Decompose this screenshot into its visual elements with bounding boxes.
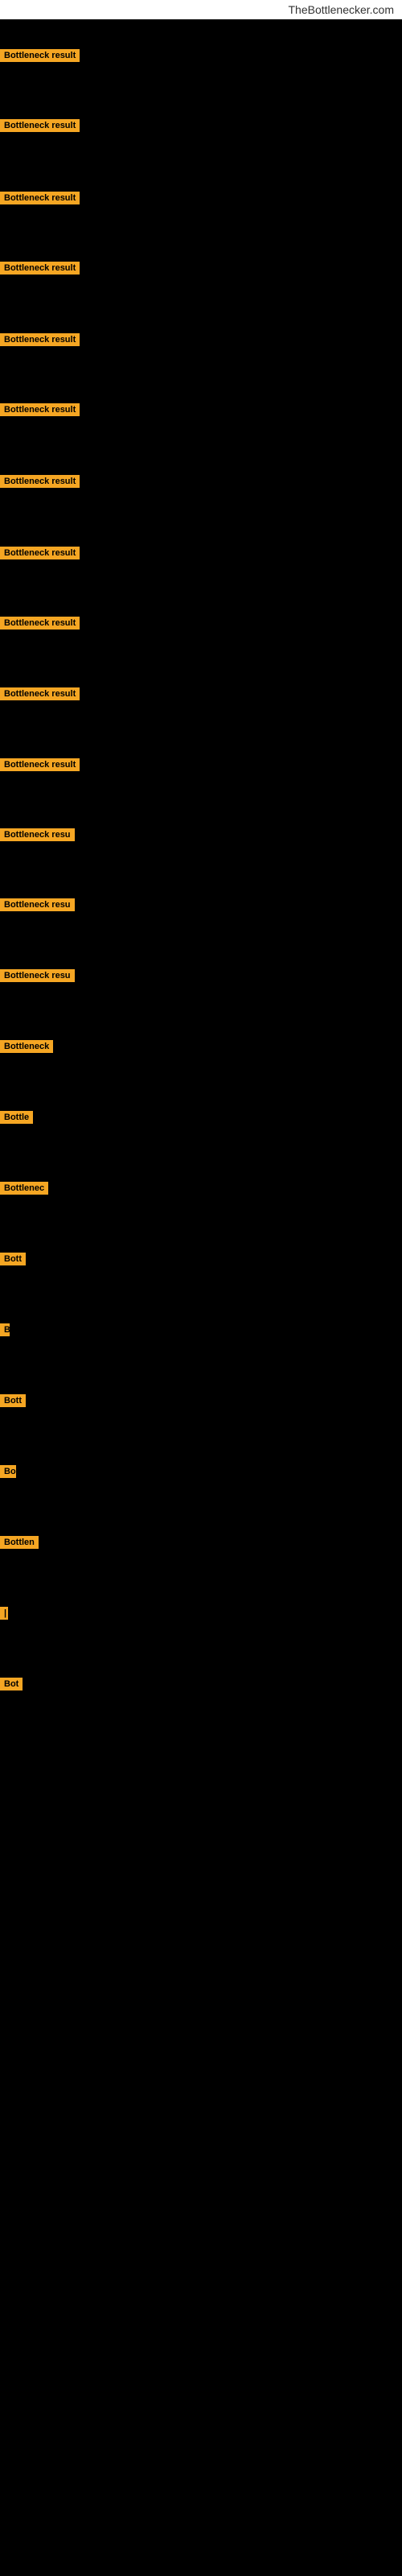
result-row-22: Bottlen [0,1536,39,1553]
bottleneck-badge-1: Bottleneck result [0,49,80,62]
bottleneck-badge-11: Bottleneck result [0,758,80,771]
result-row-23: | [0,1607,8,1624]
result-row-7: Bottleneck result [0,475,80,492]
result-row-12: Bottleneck resu [0,828,75,845]
bottleneck-badge-2: Bottleneck result [0,119,80,132]
bottleneck-badge-22: Bottlen [0,1536,39,1549]
result-row-19: B [0,1323,10,1340]
bottleneck-badge-21: Bo [0,1465,16,1478]
site-title: TheBottlenecker.com [288,3,394,16]
bottleneck-badge-13: Bottleneck resu [0,898,75,911]
bottleneck-badge-18: Bott [0,1253,26,1265]
result-row-13: Bottleneck resu [0,898,75,915]
bottleneck-badge-23: | [0,1607,8,1620]
bottleneck-badge-14: Bottleneck resu [0,969,75,982]
bottleneck-badge-7: Bottleneck result [0,475,80,488]
result-row-10: Bottleneck result [0,687,80,704]
result-row-21: Bo [0,1465,16,1482]
bottleneck-badge-17: Bottlenec [0,1182,48,1195]
site-header: TheBottlenecker.com [0,0,402,19]
bottleneck-badge-16: Bottle [0,1111,33,1124]
bottleneck-badge-3: Bottleneck result [0,192,80,204]
result-row-11: Bottleneck result [0,758,80,775]
bottleneck-badge-9: Bottleneck result [0,617,80,630]
result-row-1: Bottleneck result [0,49,80,66]
bottleneck-badge-4: Bottleneck result [0,262,80,275]
result-row-2: Bottleneck result [0,119,80,136]
bottleneck-badge-12: Bottleneck resu [0,828,75,841]
bottleneck-badge-19: B [0,1323,10,1336]
bottleneck-badge-24: Bot [0,1678,23,1690]
result-row-17: Bottlenec [0,1182,48,1199]
bottleneck-badge-15: Bottleneck [0,1040,53,1053]
result-row-20: Bott [0,1394,26,1411]
result-row-15: Bottleneck [0,1040,53,1057]
results-container: Bottleneck result Bottleneck result Bottle… [0,19,402,2555]
result-row-5: Bottleneck result [0,333,80,350]
result-row-16: Bottle [0,1111,33,1128]
result-row-3: Bottleneck result [0,192,80,208]
result-row-4: Bottleneck result [0,262,80,279]
result-row-6: Bottleneck result [0,403,80,420]
bottleneck-badge-6: Bottleneck result [0,403,80,416]
result-row-9: Bottleneck result [0,617,80,634]
result-row-18: Bott [0,1253,26,1269]
bottleneck-badge-20: Bott [0,1394,26,1407]
result-row-14: Bottleneck resu [0,969,75,986]
bottleneck-badge-5: Bottleneck result [0,333,80,346]
bottleneck-badge-10: Bottleneck result [0,687,80,700]
bottleneck-badge-8: Bottleneck result [0,547,80,559]
result-row-8: Bottleneck result [0,547,80,564]
result-row-24: Bot [0,1678,23,1695]
